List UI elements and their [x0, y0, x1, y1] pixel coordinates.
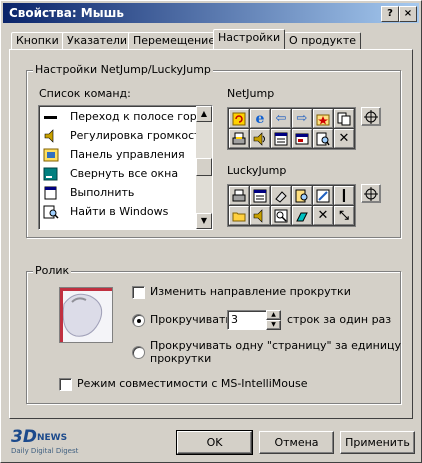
list-icon[interactable] [250, 186, 270, 205]
speaker-icon[interactable] [250, 129, 270, 148]
tab-settings[interactable]: Настройки [213, 29, 286, 49]
exclamation-icon[interactable]: ❙ [334, 186, 354, 205]
list-icon[interactable] [271, 129, 291, 148]
mouse-properties-window: Свойства: Мышь ? × Кнопки Указатели Пере… [0, 0, 422, 463]
scroll-lines-radio[interactable] [132, 314, 145, 327]
scroll-up-button[interactable]: ▲ [196, 106, 212, 122]
scroll-page-label-line1: Прокручивать одну "страницу" за единицу [150, 339, 401, 352]
folder-icon[interactable] [229, 206, 249, 225]
scroll-thumb[interactable] [196, 158, 212, 176]
find-icon[interactable] [313, 129, 333, 148]
crosshair-icon[interactable] [361, 107, 381, 126]
intellimouse-label: Режим совместимости с MS-IntelliMouse [77, 377, 308, 390]
intellimouse-checkbox[interactable] [59, 378, 72, 391]
tab-buttons[interactable]: Кнопки [11, 32, 64, 49]
netjump-toolbar: e ⇦ ⇨ ✕ [227, 107, 356, 150]
bar-icon [43, 110, 59, 124]
ok-button[interactable]: OK [176, 430, 253, 455]
scroll-page-radio[interactable] [132, 346, 145, 359]
scroll-lines-suffix: строк за один раз [287, 313, 392, 326]
edit-icon[interactable] [313, 186, 333, 205]
tab-motion[interactable]: Перемещение [128, 32, 221, 49]
netjump-label: NetJump [227, 87, 275, 100]
forward-arrow-icon[interactable]: ⇨ [292, 109, 312, 128]
close-button[interactable]: × [399, 6, 417, 22]
help-button[interactable]: ? [381, 6, 399, 22]
eraser-icon[interactable] [271, 186, 291, 205]
scroll-lines-spinner[interactable]: ▲ ▼ [266, 310, 281, 330]
cancel-button[interactable]: Отмена [259, 431, 334, 454]
print-icon[interactable] [229, 129, 249, 148]
close-icon[interactable]: ✕ [334, 129, 354, 148]
list-item[interactable]: Панель управления [43, 146, 193, 164]
reverse-scroll-checkbox[interactable] [132, 286, 145, 299]
scroll-lines-label: Прокручивать [150, 313, 232, 326]
scroll-page-label-line2: прокрутки [150, 352, 212, 365]
title-bar: Свойства: Мышь ? × [3, 3, 419, 23]
find-icon[interactable] [292, 186, 312, 205]
luckyjump-label: LuckyJump [227, 164, 287, 177]
scroll-lines-input[interactable]: 3 [227, 310, 267, 330]
list-item[interactable]: Найти в Windows [43, 203, 193, 221]
control-panel-icon [43, 148, 59, 162]
tab-about[interactable]: О продукте [284, 32, 361, 49]
run-icon [43, 186, 59, 200]
wheel-group-title: Ролик [33, 264, 72, 277]
window-title: Свойства: Мышь [9, 6, 124, 20]
speaker-icon [43, 129, 59, 143]
radio-dot [137, 319, 141, 323]
list-scrollbar[interactable]: ▲ ▼ [196, 106, 212, 229]
mouse-wheel-image [59, 287, 113, 343]
list-item[interactable]: Переход к полосе горизо [43, 108, 212, 126]
close-icon[interactable]: ✕ [313, 206, 333, 225]
find-icon [43, 205, 59, 219]
ie-icon[interactable]: e [250, 109, 270, 128]
netjump-group-title: Настройки NetJump/LuckyJump [33, 63, 213, 76]
spin-up-icon[interactable]: ▲ [266, 310, 281, 320]
favorites-icon[interactable] [313, 109, 333, 128]
back-arrow-icon[interactable]: ⇦ [271, 109, 291, 128]
command-list-label: Список команд: [39, 87, 131, 100]
crosshair-icon[interactable] [361, 184, 381, 203]
tab-pointers[interactable]: Указатели [62, 32, 133, 49]
apply-button[interactable]: Применить [340, 431, 415, 454]
scroll-down-button[interactable]: ▼ [196, 213, 212, 229]
paint-icon[interactable] [292, 206, 312, 225]
watermark-logo: 3D NEWS Daily Digital Digest [11, 427, 79, 455]
copy-icon[interactable] [334, 109, 354, 128]
list-item[interactable]: Свернуть все окна [43, 165, 193, 183]
search-icon[interactable] [271, 206, 291, 225]
list-item[interactable]: Регулировка громкости [43, 127, 208, 145]
spin-down-icon[interactable]: ▼ [266, 320, 281, 330]
reverse-scroll-label: Изменить направление прокрутки [150, 285, 351, 298]
refresh-icon[interactable] [229, 109, 249, 128]
minimize-windows-icon [43, 167, 59, 181]
print-icon[interactable] [229, 186, 249, 205]
speaker-icon[interactable] [250, 206, 270, 225]
resize-icon[interactable]: ⤡ [334, 206, 354, 225]
calculator-icon[interactable] [292, 129, 312, 148]
luckyjump-toolbar: ❙ ✕ ⤡ [227, 184, 356, 227]
command-list[interactable]: Переход к полосе горизо Регулировка гром… [38, 105, 213, 230]
list-item[interactable]: Выполнить [43, 184, 193, 202]
